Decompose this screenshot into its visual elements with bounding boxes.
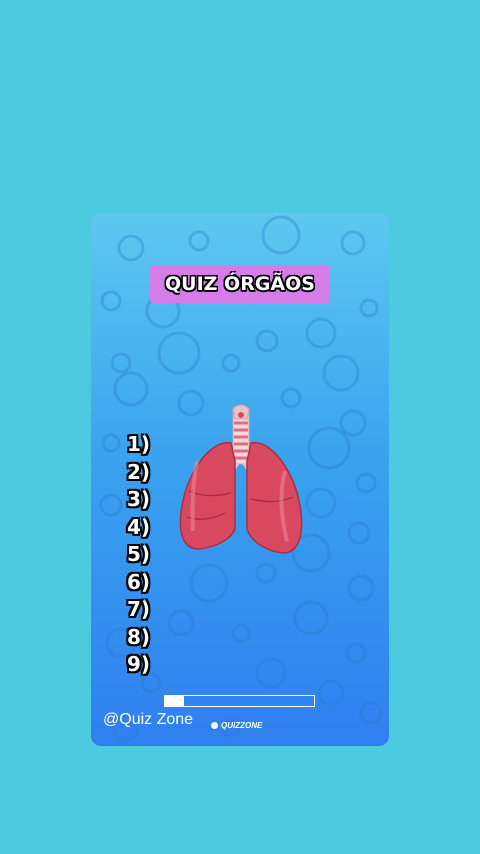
quiz-card: QUIZ ÓRGÃOS 1) 2) 3) 4) 5) 6) 7) 8) 9) @… (91, 213, 389, 746)
quiz-title: QUIZ ÓRGÃOS (150, 265, 330, 303)
answer-slot-6: 6) (127, 569, 151, 594)
answer-slot-7: 7) (127, 597, 151, 621)
answer-list: 1) 2) 3) 4) 5) 6) 7) 8) 9) (127, 431, 167, 679)
answer-slot-1: 1) (127, 432, 151, 456)
answer-slot-9: 9) (127, 652, 151, 676)
brand-dot-icon (211, 722, 218, 729)
answer-slot-5: 5) (127, 542, 151, 566)
answer-slot-4: 4) (127, 514, 151, 539)
lungs-icon (179, 404, 303, 554)
progress-bar (164, 695, 315, 707)
progress-fill (165, 696, 185, 706)
channel-handle: @Quiz Zone (103, 711, 194, 728)
brand-text: QUIZZONE (221, 721, 263, 730)
answer-slot-2: 2) (127, 459, 151, 484)
brand-logo: QUIZZONE (211, 721, 262, 730)
answer-slot-3: 3) (127, 487, 151, 511)
answer-slot-8: 8) (127, 624, 151, 649)
